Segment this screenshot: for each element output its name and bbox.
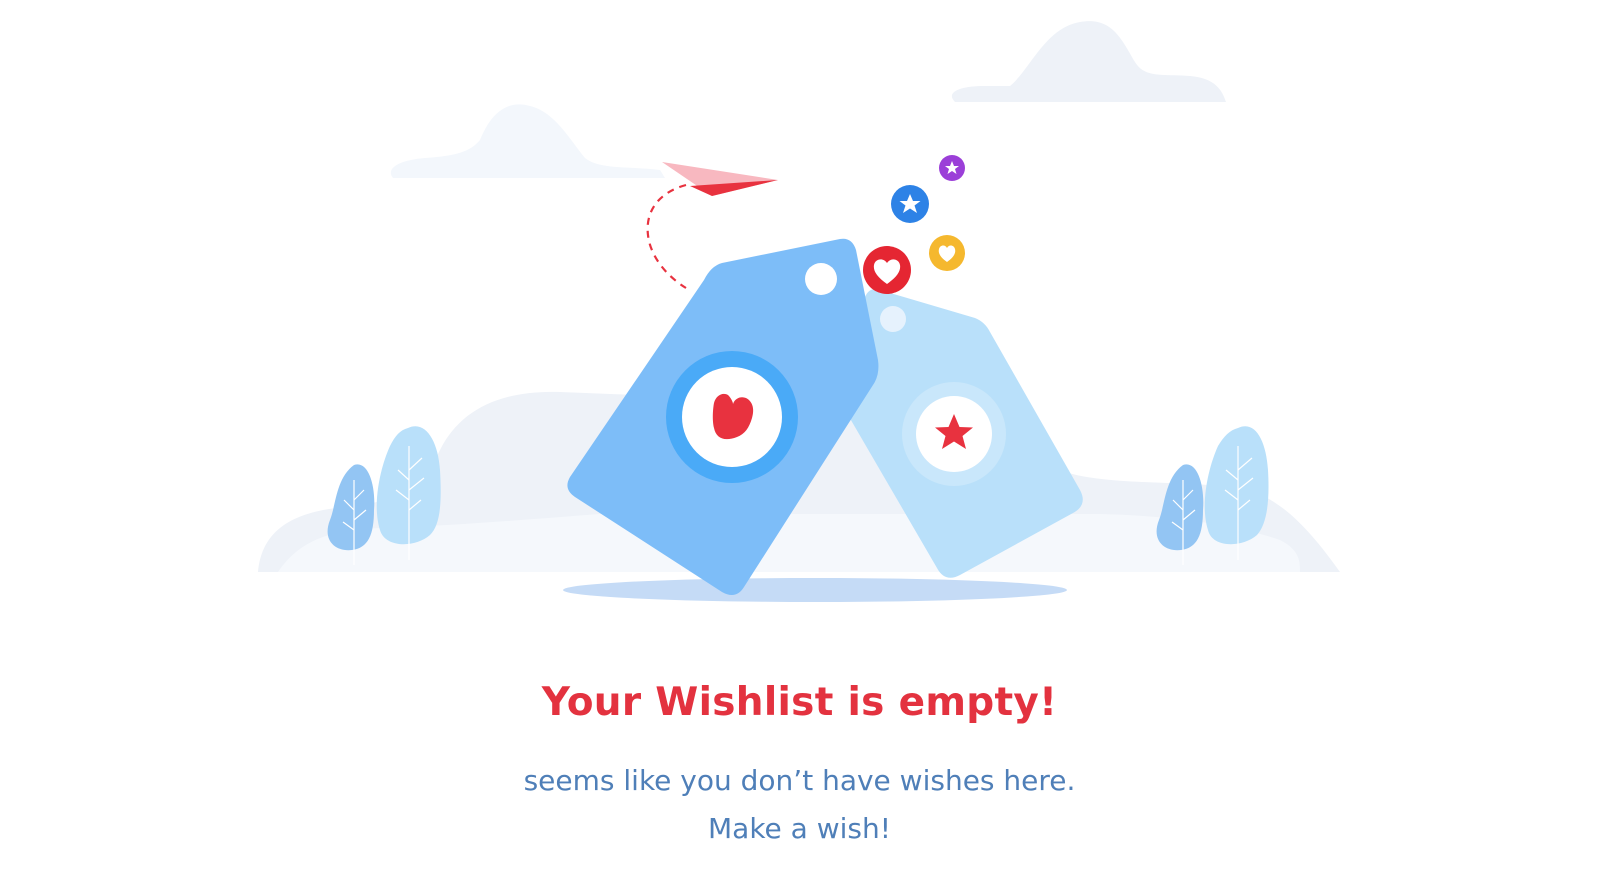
back-tag-hole [880, 306, 906, 332]
floating-badges [863, 155, 965, 294]
ground-shadow [563, 578, 1067, 602]
wishlist-empty-page: Your Wishlist is empty! seems like you d… [0, 0, 1599, 887]
empty-state-title: Your Wishlist is empty! [541, 680, 1058, 725]
cloud-top-right [951, 21, 1226, 103]
cloud-top-left [390, 104, 665, 178]
front-tag-hole [805, 263, 837, 295]
empty-state-message: seems like you don’t have wishes here. [523, 764, 1076, 797]
empty-wishlist-illustration [258, 21, 1340, 602]
empty-state-cta-text: Make a wish! [708, 812, 891, 845]
